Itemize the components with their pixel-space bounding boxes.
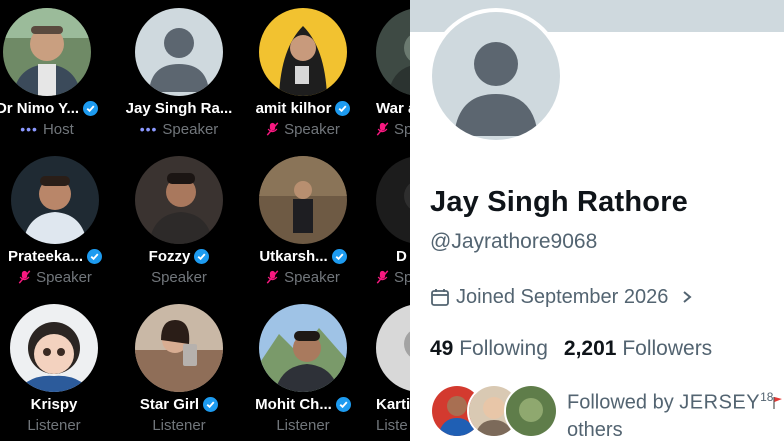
participant-name: Fozzy: [148, 247, 191, 265]
participant-role: Sp: [394, 268, 410, 286]
participant-avatar: [3, 8, 91, 96]
mic-off-icon: [376, 270, 389, 284]
participant-avatar: [135, 156, 223, 244]
following-label: Following: [459, 337, 548, 360]
joined-date-row[interactable]: Joined September 2026: [430, 284, 694, 310]
participant-avatar: [259, 8, 347, 96]
joined-date: Joined September 2026: [456, 285, 669, 308]
profile-avatar[interactable]: [428, 8, 564, 144]
participant-avatar: [135, 8, 223, 96]
participant-role: Speaker: [284, 120, 340, 138]
chevron-right-icon: [683, 291, 692, 303]
dots-icon: •••: [139, 121, 158, 137]
verified-badge-icon: [194, 248, 210, 264]
participant-avatar: [376, 156, 410, 244]
participant-avatar: [135, 304, 223, 392]
participant-role: Sp: [394, 120, 410, 138]
participant-avatar: [376, 8, 410, 96]
followers-link[interactable]: 2,201 Followers: [564, 337, 712, 361]
calendar-icon: [431, 289, 449, 306]
participant-avatar: [11, 156, 99, 244]
profile-display-name: Jay Singh Rathore: [430, 186, 689, 218]
participant-avatar: [259, 304, 347, 392]
followed-by-avatars[interactable]: [430, 384, 558, 438]
participant-name: amit kilhor: [255, 99, 332, 117]
participant-name: D: [396, 247, 407, 265]
participant-role: Host: [42, 120, 74, 138]
mic-off-icon: [266, 122, 279, 136]
participant-name: Dr Nimo Y...: [0, 99, 80, 117]
followed-by-text[interactable]: Followed by JERSEY18 others: [567, 384, 784, 441]
verified-badge-icon: [203, 396, 219, 412]
mic-off-icon: [376, 122, 389, 136]
participant-role: Speaker: [151, 268, 207, 286]
followed-by-superscript: 18: [760, 390, 774, 404]
participant-name: Krispy: [30, 395, 78, 413]
followers-count: 2,201: [563, 337, 617, 360]
space-participants-grid: Dr Nimo Y... ••• Host Jay Singh Ra... •••…: [0, 0, 410, 441]
screenshot-stage: Dr Nimo Y... ••• Host Jay Singh Ra... •••…: [0, 0, 784, 441]
followed-by-prefix: Followed by: [567, 391, 674, 414]
followed-by-accounts: JERSEY: [679, 391, 761, 414]
participant-name: Jay Singh Ra...: [125, 99, 233, 117]
participant-name: Mohit Ch...: [255, 395, 332, 413]
participant-role: Liste: [376, 416, 408, 434]
participant-name: War a: [376, 99, 410, 117]
profile-panel: Jay Singh Rathore @Jayrathore9068 Joined…: [410, 0, 784, 441]
verified-badge-icon: [87, 248, 103, 264]
participant-name: Star Girl: [139, 395, 200, 413]
mic-off-icon: [266, 270, 279, 284]
follow-stats: 49 Following 2,201 Followers: [430, 337, 712, 361]
participant-name: Prateeka...: [7, 247, 84, 265]
verified-badge-icon: [83, 100, 99, 116]
verified-badge-icon: [335, 100, 351, 116]
participant-name: Karti: [376, 395, 410, 413]
follower-avatar: [504, 384, 558, 438]
participant-role: Listener: [152, 416, 206, 434]
following-link[interactable]: 49 Following: [430, 337, 548, 361]
participant-avatar: [376, 304, 410, 392]
following-count: 49: [430, 337, 454, 360]
default-avatar-icon: [432, 12, 560, 140]
host-dots-icon: •••: [20, 121, 38, 137]
red-flag-icon: [773, 397, 783, 410]
verified-badge-icon: [331, 248, 347, 264]
participant-avatar: [10, 304, 98, 392]
followed-by-suffix: others: [567, 418, 623, 441]
mic-off-icon: [18, 270, 31, 284]
followers-label: Followers: [622, 337, 713, 360]
participant-role: Speaker: [36, 268, 92, 286]
participant-role: Speaker: [162, 120, 219, 138]
participant-avatar: [259, 156, 347, 244]
participant-role: Speaker: [284, 268, 340, 286]
profile-handle: @Jayrathore9068: [430, 230, 598, 253]
verified-badge-icon: [335, 396, 351, 412]
participant-role: Listener: [276, 416, 330, 434]
participant-role: Listener: [27, 416, 81, 434]
participant-name: Utkarsh...: [259, 247, 328, 265]
